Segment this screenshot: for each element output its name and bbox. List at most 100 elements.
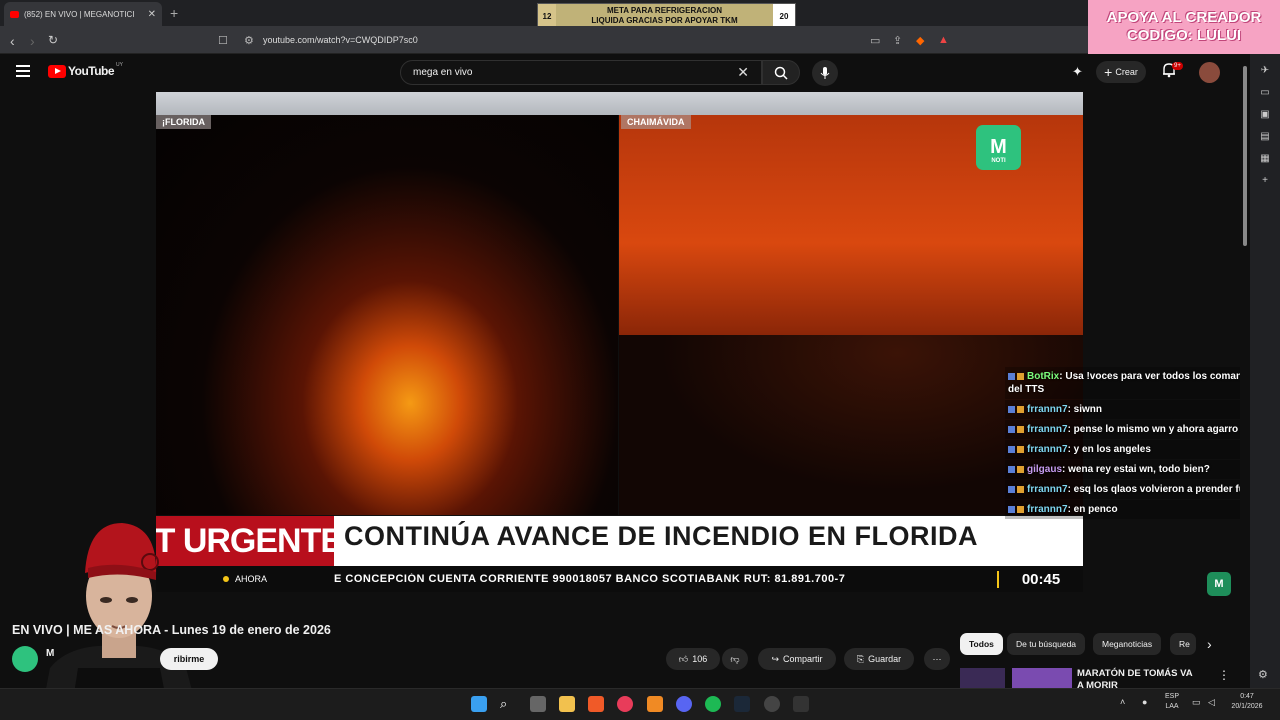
sidebar-add-icon[interactable]: +	[1250, 175, 1280, 186]
chat-role-icon	[1017, 372, 1024, 380]
hamburger-menu-icon[interactable]	[16, 65, 30, 77]
browser-side-panel: ✈ ▭ ▣ ▤ ▦ +	[1250, 54, 1280, 688]
file-explorer-icon[interactable]	[559, 696, 575, 712]
chat-text: : wena rey estai wn, todo bien?	[1062, 464, 1210, 475]
brave-shield-icon[interactable]: ◆	[916, 34, 924, 47]
save-button[interactable]: ⎘ Guardar	[844, 648, 914, 670]
site-info-icon[interactable]: ⚙	[244, 34, 254, 47]
thumbs-up-icon: 👍︎	[678, 653, 689, 664]
tab-title: (852) EN VIVO | MEGANOTICI	[24, 9, 135, 19]
tray-mic-icon[interactable]: ●	[1142, 697, 1147, 707]
chat-username: BotRix	[1027, 371, 1060, 382]
dislike-button[interactable]: 👎︎	[722, 648, 748, 670]
new-tab-button[interactable]: +	[170, 5, 178, 21]
chips-next-icon[interactable]: ›	[1207, 636, 1212, 652]
chat-role-icon	[1017, 505, 1024, 513]
channel-name[interactable]: M	[46, 648, 54, 659]
page-scrollbar[interactable]	[1240, 54, 1250, 688]
search-input[interactable]: mega en vivo ✕	[400, 60, 762, 85]
clock-date: 20/1/2026	[1231, 703, 1263, 710]
bookmark-icon[interactable]: ☐	[218, 34, 228, 47]
chat-badge-icon	[1008, 485, 1015, 493]
share-page-icon[interactable]: ⇪	[893, 34, 902, 47]
windows-start-icon[interactable]	[471, 696, 487, 712]
ticker-text: E CONCEPCIÓN CUENTA CORRIENTE 990018057 …	[334, 573, 846, 585]
discord-icon[interactable]	[676, 696, 692, 712]
cast-to-tv-icon[interactable]: ✦	[1072, 64, 1083, 80]
channel-avatar[interactable]	[12, 646, 38, 672]
microphone-icon	[820, 66, 830, 79]
sidebar-pin-icon[interactable]: ✈	[1250, 65, 1280, 76]
close-tab-icon[interactable]: ✕	[148, 9, 156, 20]
like-button[interactable]: 👍︎ 106	[666, 648, 720, 670]
news-ticker: AHORA E CONCEPCIÓN CUENTA CORRIENTE 9900…	[156, 566, 1083, 592]
windows-taskbar	[0, 688, 1280, 720]
brave-rewards-icon[interactable]: ▲	[938, 34, 949, 46]
brave-browser-icon[interactable]	[588, 696, 604, 712]
media-player-icon[interactable]	[617, 696, 633, 712]
url-field[interactable]: youtube.com/watch?v=CWQDIDP7sc0	[263, 35, 418, 45]
chat-role-icon	[1017, 465, 1024, 473]
sidebar-bookmarks-icon[interactable]: ▤	[1250, 131, 1280, 142]
app-vtuber-icon[interactable]	[793, 696, 809, 712]
video-pane-florida[interactable]: ¡FLORIDA	[156, 115, 618, 515]
sidebar-reading-list-icon[interactable]: ▦	[1250, 153, 1280, 164]
task-view-icon[interactable]	[530, 696, 546, 712]
chat-message: frrannn7: esq los qlaos volvieron a pren…	[1005, 480, 1280, 499]
create-label: Crear	[1115, 67, 1138, 77]
volume-icon[interactable]: ◁	[1208, 697, 1215, 707]
chat-username: frrannn7	[1027, 404, 1068, 415]
steam-icon[interactable]	[734, 696, 750, 712]
reload-icon[interactable]: ↻	[48, 33, 58, 47]
chip-de-tu-busqueda[interactable]: De tu búsqueda	[1007, 633, 1086, 655]
network-icon[interactable]: ▭	[1192, 697, 1201, 707]
related-thumbnail[interactable]	[960, 668, 1005, 690]
create-button[interactable]: + Crear	[1096, 61, 1146, 83]
system-clock[interactable]: 0:47 20/1/2026	[1226, 692, 1268, 712]
scrollbar-thumb[interactable]	[1243, 66, 1247, 246]
live-dot-icon	[222, 576, 229, 582]
related-more-icon[interactable]: ⋮	[1218, 668, 1230, 682]
spotify-icon[interactable]	[705, 696, 721, 712]
app-a-icon[interactable]	[647, 696, 663, 712]
search-icon	[774, 66, 788, 80]
chip-todos[interactable]: Todos	[960, 633, 1003, 655]
share-button[interactable]: ↪ Compartir	[758, 648, 836, 670]
back-icon[interactable]: ‹	[10, 33, 15, 49]
chat-username: frrannn7	[1027, 504, 1068, 515]
share-label: Compartir	[783, 654, 823, 664]
sidebar-leo-icon[interactable]: ▭	[1250, 87, 1280, 98]
banner-line-1: APOYA AL CREADOR	[1106, 9, 1262, 26]
obs-icon[interactable]	[764, 696, 780, 712]
chat-text: : y en los angeles	[1067, 444, 1151, 455]
chat-role-icon	[1017, 405, 1024, 413]
clear-search-icon[interactable]: ✕	[737, 64, 749, 81]
chip-meganoticias[interactable]: Meganoticias	[1093, 633, 1162, 655]
more-actions-button[interactable]: ⋯	[924, 648, 950, 670]
ahora-label: AHORA	[234, 574, 267, 584]
banner-line-2: CODIGO: LULUI	[1126, 27, 1242, 44]
related-thumbnail-art[interactable]	[1012, 668, 1072, 690]
subscribe-button[interactable]: ribirme	[160, 648, 218, 670]
forward-icon[interactable]: ›	[30, 33, 35, 49]
tray-overflow-icon[interactable]: ˄	[1120, 697, 1125, 707]
chat-text: : siwnn	[1067, 404, 1103, 415]
language-code: ESP	[1164, 693, 1179, 700]
broadcast-clock: 00:45	[997, 570, 1083, 588]
cast-icon[interactable]: ▭	[870, 34, 880, 47]
goal-current: 12	[542, 11, 552, 21]
sidebar-wallet-icon[interactable]: ▣	[1250, 109, 1280, 120]
voice-search-button[interactable]	[812, 60, 838, 86]
input-language[interactable]: ESP LAA	[1160, 692, 1184, 712]
chat-message: frrannn7: y en los angeles	[1005, 440, 1280, 459]
chat-role-icon	[1017, 425, 1024, 433]
taskbar-search-icon[interactable]: ⌕	[500, 696, 516, 712]
account-avatar[interactable]	[1199, 62, 1220, 83]
chat-message: BotRix: Usa !voces para ver todos los co…	[1005, 367, 1280, 399]
side-panel-settings-icon[interactable]: ⚙	[1258, 668, 1268, 681]
youtube-logo[interactable]: YouTube UY	[48, 62, 123, 78]
browser-tab[interactable]: (852) EN VIVO | MEGANOTICI ✕	[4, 2, 162, 26]
search-button[interactable]	[762, 60, 800, 85]
video-top-strip	[156, 92, 1083, 115]
chip-related[interactable]: Re	[1170, 633, 1196, 655]
